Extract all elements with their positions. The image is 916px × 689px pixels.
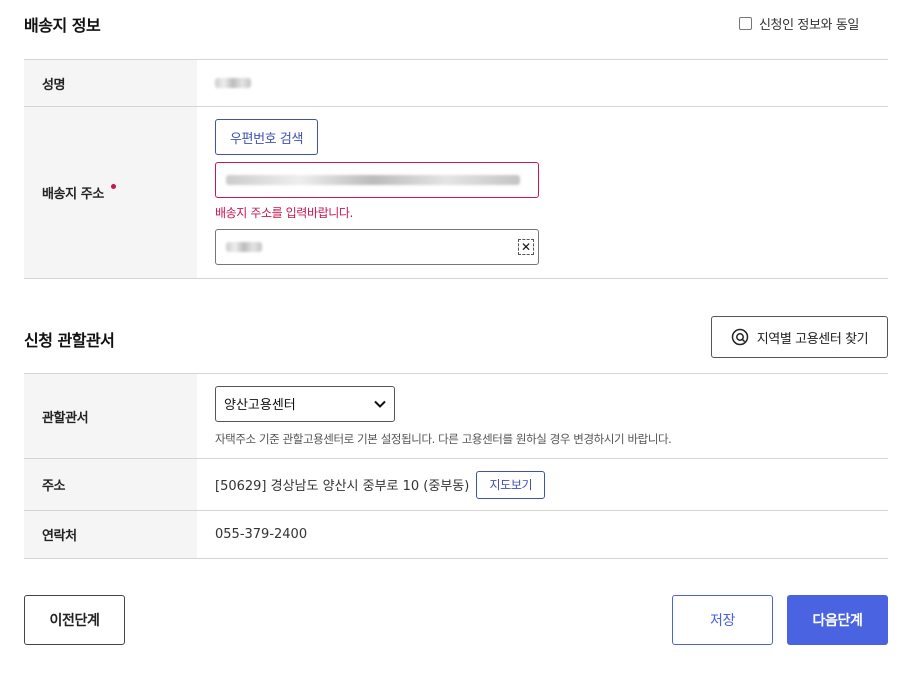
name-value: [197, 60, 888, 106]
checkbox-icon[interactable]: [739, 17, 752, 30]
jurisdiction-value: 양산고용센터 자택주소 기준 관할고용센터로 기본 설정됩니다. 다른 고용센터…: [197, 374, 888, 458]
address-value: 우편번호 검색 배송지 주소를 입력바랍니다. ✕: [197, 107, 888, 278]
office-select-value: 양산고용센터: [224, 398, 296, 413]
save-button[interactable]: 저장: [672, 595, 773, 645]
chevron-down-icon: [374, 400, 386, 408]
find-employment-center-button[interactable]: 지역별 고용센터 찾기: [711, 316, 888, 358]
zip-search-button[interactable]: 우편번호 검색: [215, 119, 318, 155]
view-map-button[interactable]: 지도보기: [476, 470, 546, 499]
address-detail-input[interactable]: ✕: [215, 229, 539, 265]
next-step-button[interactable]: 다음단계: [787, 595, 888, 645]
previous-step-button[interactable]: 이전단계: [24, 595, 125, 645]
required-indicator: [110, 184, 116, 189]
address-label-cell: 배송지 주소: [24, 107, 197, 278]
same-as-applicant-checkbox[interactable]: 신청인 정보와 동일: [739, 14, 859, 33]
contact-row: 연락처 055-379-2400: [24, 511, 888, 559]
address-row: 배송지 주소 우편번호 검색 배송지 주소를 입력바랍니다. ✕: [24, 107, 888, 279]
office-select[interactable]: 양산고용센터: [215, 385, 395, 422]
shipping-address-label: 배송지 주소: [42, 187, 104, 202]
same-as-applicant-label: 신청인 정보와 동일: [759, 18, 859, 33]
shipping-table: 성명 배송지 주소 우편번호 검색 배송지 주소를 입력바랍니다. ✕: [24, 59, 888, 279]
shipping-section-title: 배송지 정보: [24, 16, 101, 35]
address-error-message: 배송지 주소를 입력바랍니다.: [215, 206, 353, 220]
jurisdiction-label: 관할관서: [24, 374, 197, 458]
jurisdiction-row: 관할관서 양산고용센터 자택주소 기준 관할고용센터로 기본 설정됩니다. 다른…: [24, 374, 888, 459]
office-table: 관할관서 양산고용센터 자택주소 기준 관할고용센터로 기본 설정됩니다. 다른…: [24, 373, 888, 559]
name-label: 성명: [24, 60, 197, 106]
contact-value: 055-379-2400: [197, 511, 888, 558]
office-hint: 자택주소 기준 관할고용센터로 기본 설정됩니다. 다른 고용센터를 원하실 경…: [215, 431, 672, 446]
close-icon[interactable]: ✕: [518, 239, 534, 255]
redacted-address: [226, 175, 520, 185]
find-button-label: 지역별 고용센터 찾기: [756, 331, 869, 347]
redacted-name: [215, 78, 251, 88]
office-address-row: 주소 [50629] 경상남도 양산시 중부로 10 (중부동) 지도보기: [24, 459, 888, 511]
office-address-value: [50629] 경상남도 양산시 중부로 10 (중부동) 지도보기: [197, 459, 888, 510]
office-address-text: [50629] 경상남도 양산시 중부로 10 (중부동): [215, 479, 470, 494]
contact-phone: 055-379-2400: [215, 527, 308, 542]
redacted-address-detail: [226, 242, 262, 252]
office-section-title: 신청 관할관서: [24, 331, 115, 350]
address-input[interactable]: [215, 162, 539, 198]
name-row: 성명: [24, 60, 888, 107]
contact-label: 연락처: [24, 511, 197, 558]
office-address-label: 주소: [24, 459, 197, 510]
search-icon: [731, 328, 748, 346]
